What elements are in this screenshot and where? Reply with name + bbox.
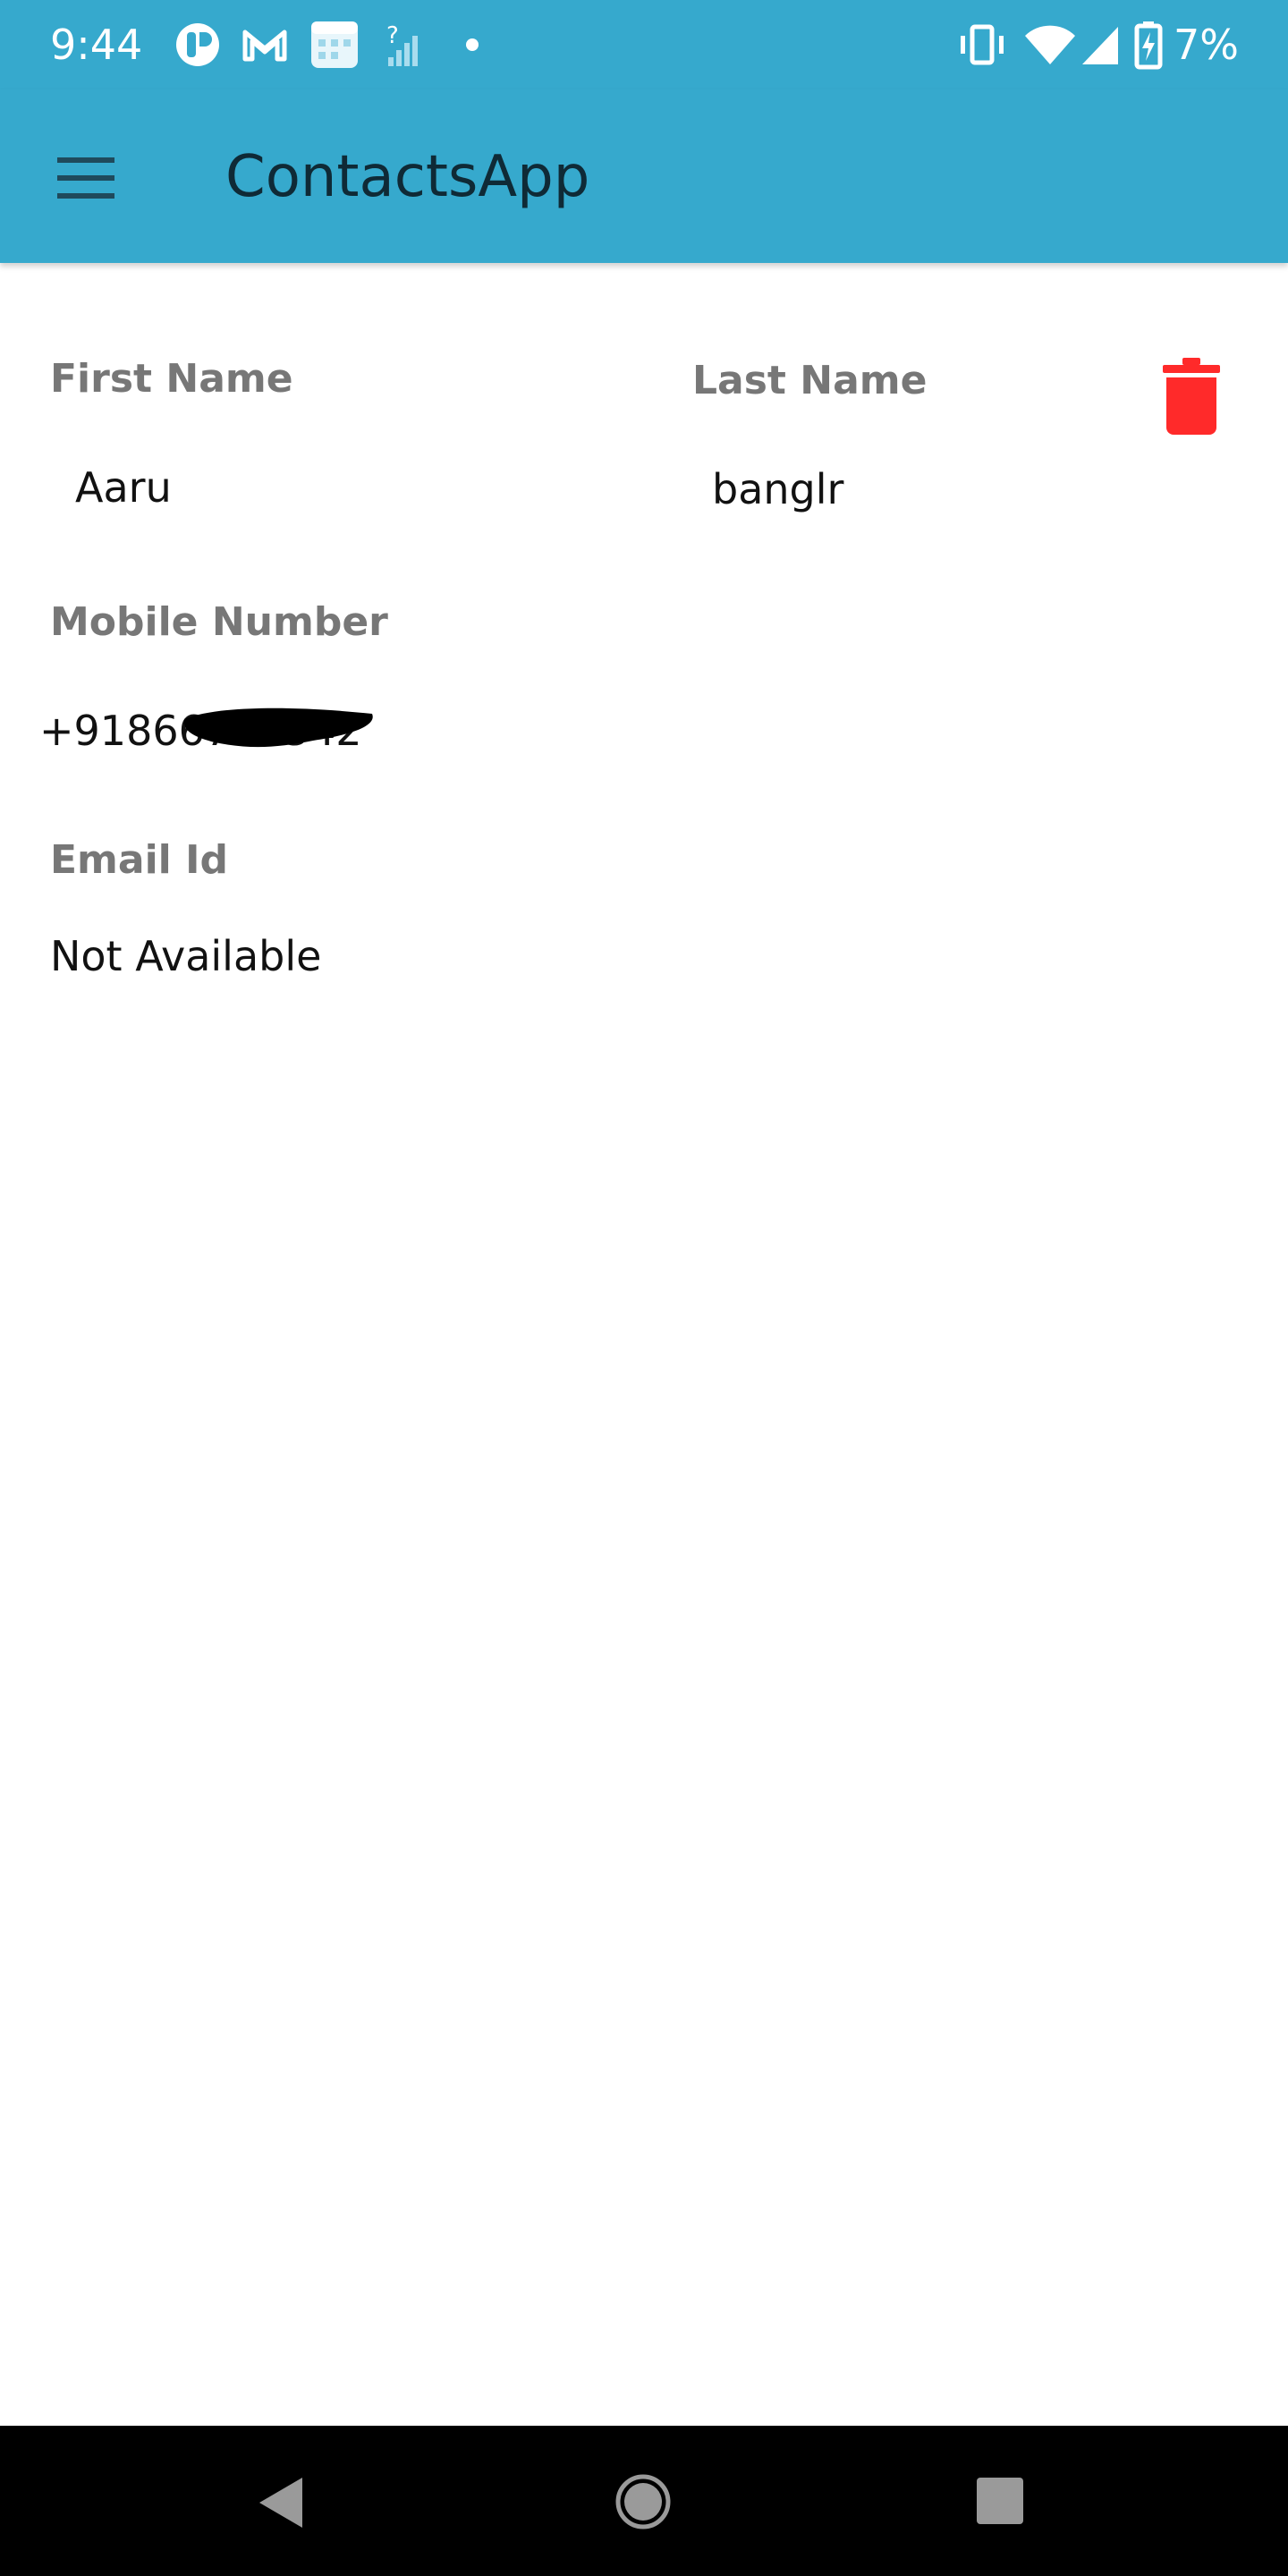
wifi-icon xyxy=(1025,25,1075,65)
navigation-bar xyxy=(0,2426,1288,2576)
last-name-value: banglr xyxy=(712,465,844,513)
first-name-value: Aaru xyxy=(75,463,172,512)
status-bar: 9:44 ? 7% xyxy=(0,0,1288,89)
app-notification-icon xyxy=(176,23,219,66)
battery-percent: 7% xyxy=(1174,21,1239,69)
last-name-label: Last Name xyxy=(692,358,928,403)
menu-button[interactable] xyxy=(50,147,125,209)
vibrate-icon xyxy=(961,24,1004,65)
recents-icon xyxy=(977,2478,1023,2524)
redaction-scribble xyxy=(183,708,373,748)
delete-button[interactable] xyxy=(1161,356,1222,436)
home-icon xyxy=(615,2474,671,2529)
no-signal-icon: ? xyxy=(386,22,418,66)
home-button[interactable] xyxy=(614,2472,673,2531)
calendar-icon xyxy=(311,21,358,68)
signal-icon xyxy=(1082,27,1118,64)
recents-button[interactable] xyxy=(975,2476,1025,2526)
mobile-number-label: Mobile Number xyxy=(50,599,388,645)
back-button[interactable] xyxy=(254,2474,308,2531)
email-label: Email Id xyxy=(50,837,228,883)
trash-icon xyxy=(1163,358,1220,435)
battery-charging-icon xyxy=(1134,21,1163,70)
gmail-icon xyxy=(242,30,287,62)
first-name-label: First Name xyxy=(50,356,293,402)
app-title: ContactsApp xyxy=(225,144,590,210)
status-time: 9:44 xyxy=(50,21,143,69)
back-icon xyxy=(259,2478,302,2528)
dot-icon xyxy=(466,38,479,51)
email-value: Not Available xyxy=(50,932,322,980)
hamburger-menu-icon xyxy=(57,157,114,199)
app-bar: ContactsApp xyxy=(0,89,1288,263)
svg-text:?: ? xyxy=(386,22,399,49)
